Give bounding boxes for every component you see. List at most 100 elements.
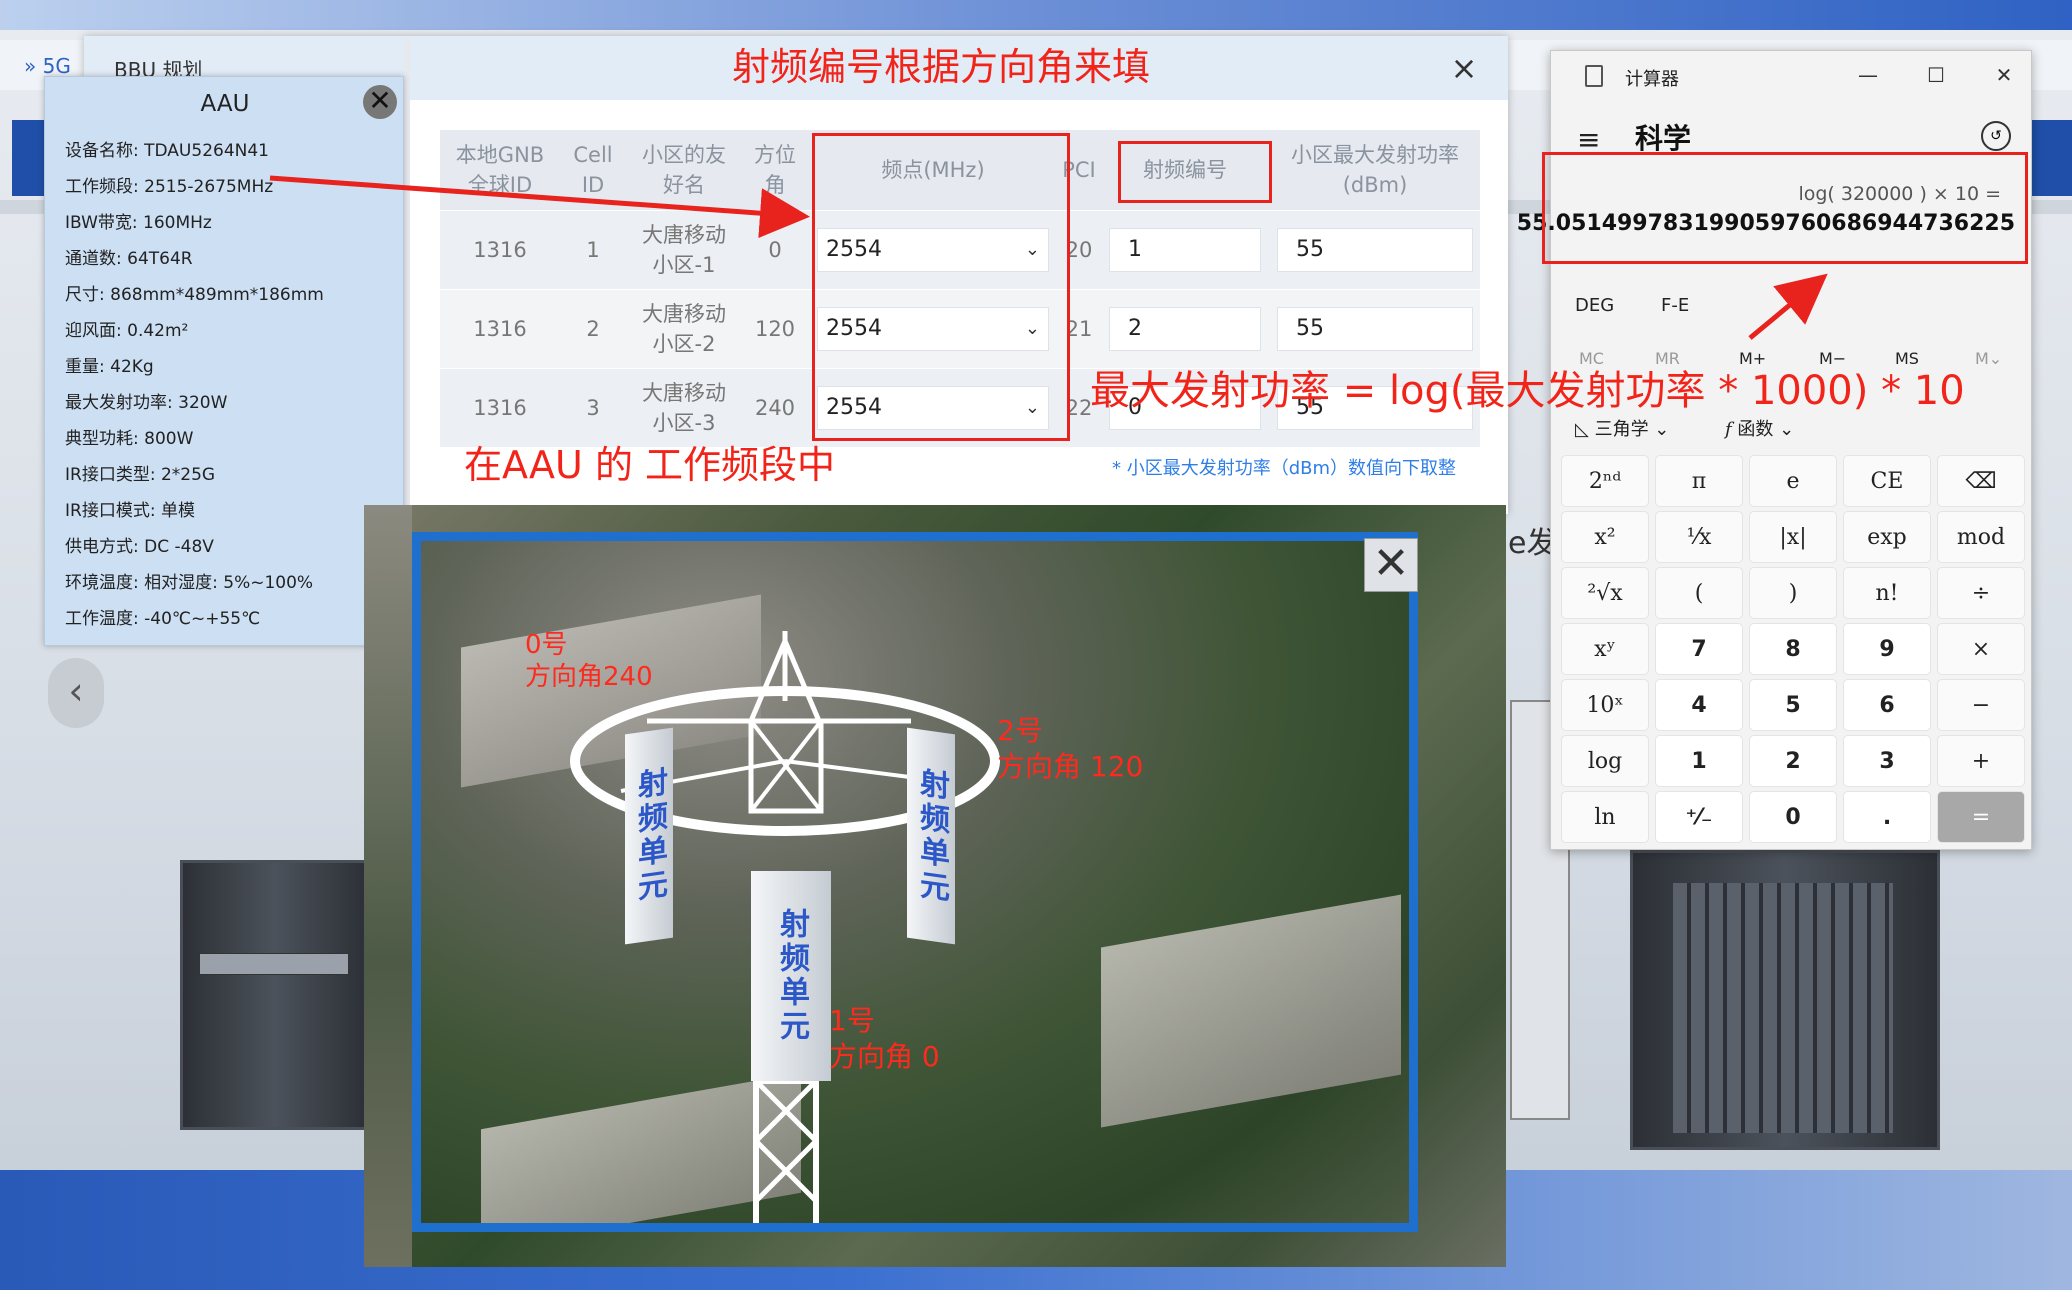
fe-button[interactable]: F-E (1661, 295, 1689, 316)
dialog-close-button[interactable]: × (1446, 50, 1482, 86)
window-title: 计算器 (1625, 69, 1679, 90)
rf-unit-0: 射频单元 (625, 727, 673, 945)
close-icon[interactable]: ✕ (1977, 57, 2031, 93)
aau-spec-list: 设备名称: TDAU5264N41 工作频段: 2515-2675MHz IBW… (65, 133, 324, 637)
rf-number-input[interactable]: 1 (1109, 227, 1261, 272)
memory-list-button[interactable]: M⌄ (1975, 349, 2002, 368)
list-item: IR接口模式: 单模 (65, 501, 195, 521)
function-icon: f (1725, 419, 1738, 440)
minus-button[interactable]: − (1937, 679, 2025, 731)
col-azimuth: 方位角 (742, 130, 808, 210)
list-item: IR接口类型: 2*25G (65, 465, 216, 485)
photo-left-edge (364, 505, 412, 1267)
maximize-icon[interactable]: ☐ (1909, 57, 1963, 93)
col-cell-name: 小区的友 好名 (626, 130, 742, 210)
rf-unit-1: 射频单元 (751, 871, 831, 1081)
calculator-icon (1585, 65, 1603, 87)
calc-key-7[interactable]: |x| (1749, 511, 1837, 563)
calc-key-20[interactable]: 10ˣ (1561, 679, 1649, 731)
site-photo-popup: 射频单元 射频单元 射频单元 0号 方向角240 2号 方向角 120 1号 方向角 … (364, 505, 1506, 1267)
calc-key-2[interactable]: e (1749, 455, 1837, 507)
calc-key-0[interactable]: 2ⁿᵈ (1561, 455, 1649, 507)
unit-2-label: 2号 方向角 120 (997, 714, 1144, 783)
calc-key-digit-5[interactable]: 5 (1749, 679, 1837, 731)
calc-key-digit-9[interactable]: 9 (1843, 623, 1931, 675)
cell-id-cell: 2 (560, 288, 626, 368)
azimuth-cell: 0 (742, 209, 808, 289)
function-dropdown[interactable]: f 函数 ⌄ (1725, 415, 1794, 441)
chevron-down-icon: ⌄ (1773, 419, 1795, 440)
breadcrumb[interactable]: » 5G (24, 54, 71, 78)
calc-key-digit-7[interactable]: 7 (1655, 623, 1743, 675)
rf-number-input[interactable]: 2 (1109, 306, 1261, 351)
calc-key-digit-3[interactable]: 3 (1843, 735, 1931, 787)
list-item: 典型功耗: 800W (65, 429, 194, 449)
calc-key-10[interactable]: ²√x (1561, 567, 1649, 619)
aau-close-button[interactable]: ✕ (363, 85, 397, 119)
history-icon[interactable]: ↺ (1981, 121, 2011, 151)
col-gnb-id: 本地GNB 全球ID (440, 130, 560, 210)
calc-key-digit-6[interactable]: 6 (1843, 679, 1931, 731)
list-item: 环境温度: 相对湿度: 5%~100% (65, 573, 314, 593)
server-rack-left (180, 860, 370, 1130)
cell-name-cell: 大唐移动 小区-1 (626, 209, 742, 289)
calc-key-digit-4[interactable]: 4 (1655, 679, 1743, 731)
calc-key-30[interactable]: ln (1561, 791, 1649, 843)
calc-key-6[interactable]: ¹⁄x (1655, 511, 1743, 563)
max-power-cell: 55 (1270, 209, 1480, 289)
power-footnote: * 小区最大发射功率（dBm）数值向下取整 (1112, 458, 1457, 479)
calculator-result-highlight-box (1542, 152, 2028, 264)
gnb-id-cell: 1316 (440, 209, 560, 289)
trig-dropdown[interactable]: ◺ 三角学 ⌄ (1575, 415, 1669, 441)
aau-title: AAU (200, 91, 250, 117)
triangle-ruler-icon: ◺ (1575, 419, 1595, 440)
list-item: 迎风面: 0.42m² (65, 321, 189, 341)
list-item: 通道数: 64T64R (65, 249, 193, 269)
list-item: 最大发射功率: 320W (65, 393, 228, 413)
minimize-icon[interactable]: — (1841, 57, 1895, 93)
list-item: 工作频段: 2515-2675MHz (65, 177, 274, 197)
photo-close-button[interactable]: ✕ (1364, 538, 1418, 592)
calc-key-digit-2[interactable]: 2 (1749, 735, 1837, 787)
rf-number-cell: 1 (1100, 209, 1270, 289)
calc-key-digit-1[interactable]: 1 (1655, 735, 1743, 787)
calculator-mode: 科学 (1635, 122, 1692, 155)
unit-1-label: 1号 方向角 0 (829, 1004, 940, 1073)
calc-key-5[interactable]: x² (1561, 511, 1649, 563)
backspace-icon[interactable]: ⌫ (1937, 455, 2025, 507)
calc-key-25[interactable]: log (1561, 735, 1649, 787)
calc-key-digit-8[interactable]: 8 (1749, 623, 1837, 675)
cell-id-cell: 1 (560, 209, 626, 289)
plus-button[interactable]: + (1937, 735, 2025, 787)
annotation-working-band: 在AAU 的 工作频段中 (464, 443, 836, 487)
calc-key-15[interactable]: xʸ (1561, 623, 1649, 675)
rf-unit-2: 射频单元 (907, 727, 955, 945)
azimuth-cell: 120 (742, 288, 808, 368)
calc-key-12[interactable]: ) (1749, 567, 1837, 619)
negate-button[interactable]: ⁺⁄₋ (1655, 791, 1743, 843)
rf-number-cell: 2 (1100, 288, 1270, 368)
multiply-button[interactable]: × (1937, 623, 2025, 675)
calc-key-1[interactable]: π (1655, 455, 1743, 507)
cell-name-cell: 大唐移动 小区-2 (626, 288, 742, 368)
site-photo: 射频单元 射频单元 射频单元 0号 方向角240 2号 方向角 120 1号 方向角 … (412, 532, 1418, 1232)
angle-unit-button[interactable]: DEG (1575, 295, 1614, 316)
list-item: 供电方式: DC -48V (65, 537, 214, 557)
calc-key-13[interactable]: n! (1843, 567, 1931, 619)
calc-key-3[interactable]: CE (1843, 455, 1931, 507)
calc-key-digit-0[interactable]: 0 (1749, 791, 1837, 843)
max-power-input[interactable]: 55 (1277, 306, 1473, 351)
divide-button[interactable]: ÷ (1937, 567, 2025, 619)
list-item: 尺寸: 868mm*489mm*186mm (65, 285, 324, 305)
keypad: 2ⁿᵈ π e CE ⌫ x² ¹⁄x |x| exp mod ²√x() n! ÷ xʸ 7 8 9 × 10ˣ 4… (1561, 455, 2027, 843)
equals-button[interactable]: = (1937, 791, 2025, 843)
annotation-rf-note: 射频编号根据方向角来填 (732, 45, 1151, 89)
gnb-id-cell: 1316 (440, 288, 560, 368)
calc-key-11[interactable]: ( (1655, 567, 1743, 619)
app-top-bar (0, 0, 2072, 30)
decimal-button[interactable]: . (1843, 791, 1931, 843)
calc-key-8[interactable]: exp (1843, 511, 1931, 563)
calc-key-9[interactable]: mod (1937, 511, 2025, 563)
nav-prev-button[interactable]: ‹ (48, 658, 104, 728)
max-power-input[interactable]: 55 (1277, 227, 1473, 272)
